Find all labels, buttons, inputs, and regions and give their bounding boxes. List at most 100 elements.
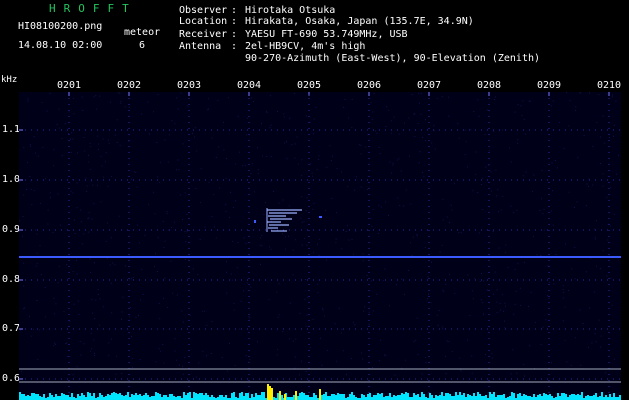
noise-speckle xyxy=(516,372,518,374)
noise-speckle xyxy=(70,152,72,153)
noise-speckle xyxy=(326,259,328,261)
noise-speckle xyxy=(35,229,37,231)
noise-speckle xyxy=(542,326,544,328)
noise-speckle xyxy=(114,264,116,266)
noise-level-bar xyxy=(381,393,383,400)
noise-speckle xyxy=(238,328,240,330)
noise-speckle xyxy=(603,142,605,144)
noise-speckle xyxy=(118,215,120,217)
noise-speckle xyxy=(467,274,469,276)
noise-speckle xyxy=(192,132,193,134)
noise-speckle xyxy=(119,145,121,147)
noise-speckle xyxy=(338,307,340,309)
noise-speckle xyxy=(35,265,37,267)
noise-speckle xyxy=(133,171,135,173)
noise-level-bar xyxy=(301,392,303,400)
noise-speckle xyxy=(278,202,280,204)
noise-speckle xyxy=(208,108,209,110)
noise-speckle xyxy=(471,290,473,292)
noise-speckle xyxy=(599,346,601,348)
noise-speckle xyxy=(370,280,372,282)
noise-speckle xyxy=(425,356,427,358)
noise-speckle xyxy=(47,223,49,225)
noise-speckle xyxy=(433,130,435,132)
noise-speckle xyxy=(378,204,380,206)
noise-level-bar xyxy=(463,393,465,400)
noise-speckle xyxy=(390,132,392,134)
noise-level-bar xyxy=(307,395,309,400)
noise-level-bar xyxy=(233,392,235,400)
noise-speckle xyxy=(562,320,564,322)
noise-speckle xyxy=(306,314,308,316)
noise-speckle xyxy=(155,361,157,363)
noise-speckle xyxy=(111,312,113,314)
noise-speckle xyxy=(108,342,110,344)
noise-speckle xyxy=(322,309,324,311)
noise-speckle xyxy=(221,357,223,359)
noise-speckle xyxy=(27,98,29,100)
noise-speckle xyxy=(80,209,82,211)
noise-speckle xyxy=(23,285,25,287)
noise-speckle xyxy=(471,372,473,374)
noise-speckle xyxy=(66,263,68,265)
noise-speckle xyxy=(184,231,186,233)
noise-level-bar xyxy=(473,393,475,400)
noise-speckle xyxy=(396,159,398,161)
noise-speckle xyxy=(105,241,107,243)
noise-speckle xyxy=(276,354,278,356)
noise-speckle xyxy=(602,185,604,187)
noise-level-bar xyxy=(221,395,223,400)
noise-speckle xyxy=(266,111,268,113)
noise-speckle xyxy=(505,305,506,307)
noise-speckle xyxy=(331,198,333,200)
noise-speckle xyxy=(40,274,42,276)
noise-speckle xyxy=(30,188,32,190)
noise-speckle xyxy=(482,177,484,179)
noise-speckle xyxy=(305,325,307,327)
noise-level-bar xyxy=(115,393,117,400)
noise-speckle xyxy=(419,102,420,104)
noise-speckle xyxy=(283,116,285,118)
noise-speckle xyxy=(295,239,297,241)
noise-level-bar xyxy=(239,393,241,400)
noise-speckle xyxy=(495,169,497,171)
noise-speckle xyxy=(73,113,75,115)
noise-speckle xyxy=(438,310,440,311)
antenna-value-1: 2el-HB9CV, 4m's high xyxy=(245,41,366,52)
noise-speckle xyxy=(53,297,55,299)
noise-speckle xyxy=(288,235,290,237)
noise-speckle xyxy=(260,237,262,239)
noise-speckle xyxy=(331,155,333,157)
meteor-echo-dot xyxy=(319,216,322,218)
noise-speckle xyxy=(162,344,164,345)
noise-speckle xyxy=(602,250,604,252)
noise-speckle xyxy=(234,364,236,366)
noise-level-bar xyxy=(461,395,463,400)
noise-speckle xyxy=(72,192,74,194)
noise-speckle xyxy=(563,148,565,150)
noise-speckle xyxy=(399,205,401,206)
noise-speckle xyxy=(348,239,350,241)
noise-speckle xyxy=(131,278,132,280)
noise-level-bar xyxy=(549,394,551,400)
noise-speckle xyxy=(294,356,296,358)
noise-speckle xyxy=(29,316,30,318)
noise-speckle xyxy=(250,97,252,99)
noise-speckle xyxy=(112,262,114,264)
noise-speckle xyxy=(183,373,185,375)
noise-speckle xyxy=(596,220,597,222)
noise-speckle xyxy=(525,171,527,173)
noise-speckle xyxy=(494,271,496,273)
noise-speckle xyxy=(474,278,476,280)
noise-speckle xyxy=(543,229,545,231)
noise-speckle xyxy=(367,129,369,131)
noise-speckle xyxy=(60,224,61,226)
noise-speckle xyxy=(400,170,402,172)
noise-level-bar xyxy=(547,395,549,400)
noise-speckle xyxy=(55,303,57,305)
noise-speckle xyxy=(442,326,444,328)
noise-speckle xyxy=(450,204,452,206)
noise-speckle xyxy=(389,305,390,307)
spectrogram-canvas xyxy=(19,92,621,400)
noise-speckle xyxy=(500,209,502,211)
